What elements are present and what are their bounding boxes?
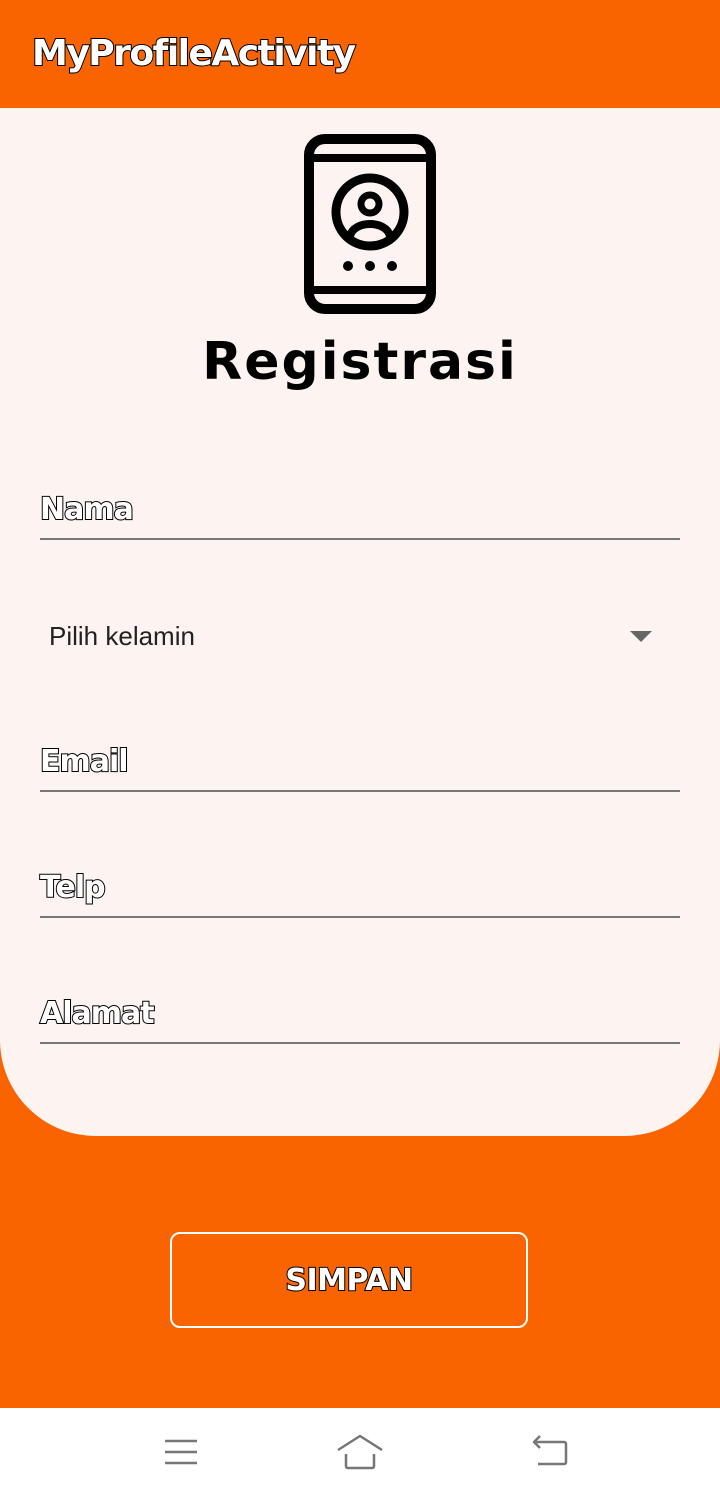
email-field[interactable]: Email: [39, 732, 680, 792]
nama-hint: Nama: [39, 491, 135, 528]
home-icon[interactable]: [334, 1426, 386, 1478]
alamat-hint: Alamat: [39, 995, 156, 1032]
telp-field[interactable]: Telp: [39, 858, 680, 918]
email-hint: Email: [39, 743, 130, 780]
dropdown-arrow-icon: [630, 631, 652, 642]
alamat-field[interactable]: Alamat: [39, 984, 680, 1044]
gender-spinner-value: Pilih kelamin: [49, 621, 195, 651]
gender-spinner[interactable]: Pilih kelamin: [40, 604, 680, 668]
page-title: Registrasi: [202, 332, 518, 392]
app-bar: MyProfileActivity: [0, 0, 720, 108]
screen: MyProfileActivity Registrasi Nama Pilih …: [0, 0, 720, 1492]
save-button[interactable]: SIMPAN: [170, 1232, 528, 1328]
menu-icon[interactable]: [155, 1426, 207, 1478]
nama-field[interactable]: Nama: [39, 480, 680, 540]
back-icon[interactable]: [524, 1426, 576, 1478]
save-button-label: SIMPAN: [284, 1262, 414, 1299]
app-title: MyProfileActivity: [31, 32, 357, 75]
telp-hint: Telp: [39, 869, 107, 906]
smartphone-contact-icon: [304, 134, 436, 314]
navigation-bar: [0, 1408, 720, 1492]
